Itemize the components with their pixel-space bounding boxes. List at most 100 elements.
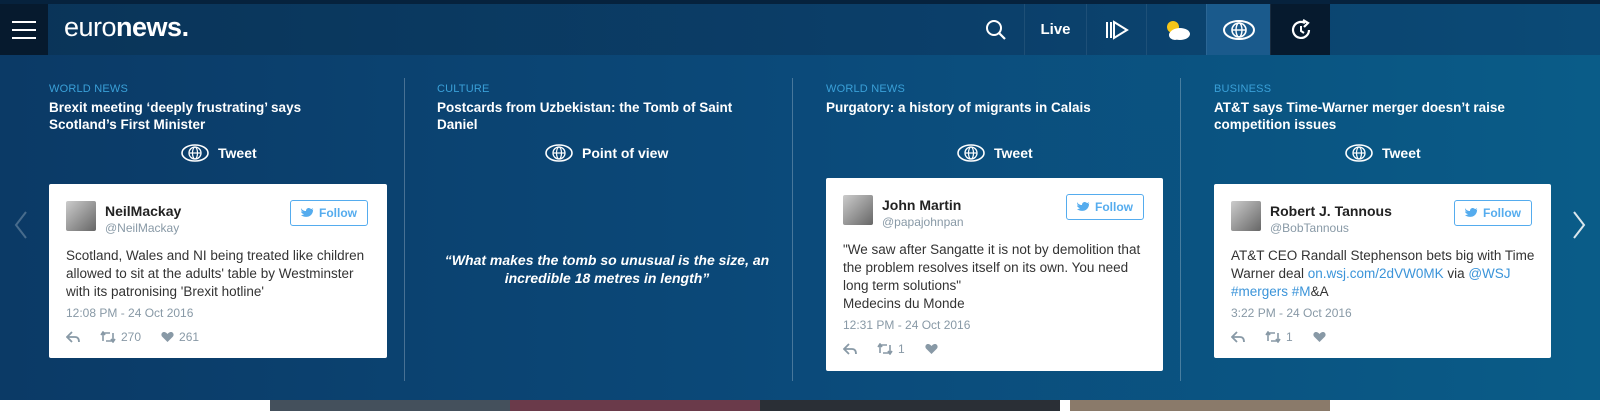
story-category[interactable]: Culture — [437, 83, 490, 95]
retweet-action[interactable]: 1 — [877, 342, 905, 356]
tweet-hashtag-link[interactable]: #M — [1292, 284, 1311, 299]
tweet-author-handle[interactable]: @NeilMackay — [105, 221, 179, 235]
tweet-author-name[interactable]: Robert J. Tannous — [1270, 203, 1392, 219]
twitter-bird-icon — [301, 207, 314, 217]
eye-button[interactable] — [1206, 4, 1270, 55]
menu-button[interactable] — [0, 4, 48, 55]
avatar[interactable] — [1231, 201, 1261, 231]
like-action[interactable] — [1313, 331, 1326, 343]
heart-icon — [161, 331, 174, 342]
thumbnail-image[interactable] — [510, 400, 760, 411]
story-category[interactable]: World news — [826, 83, 905, 95]
tweet-text-part: via — [1443, 266, 1469, 281]
latest-icon — [1291, 18, 1310, 39]
retweet-action[interactable]: 1 — [1265, 330, 1293, 344]
retweet-count: 270 — [121, 330, 142, 344]
follow-label: Follow — [319, 206, 357, 220]
euronews-logo[interactable]: euronews. — [64, 12, 189, 43]
logo-light-text: euro — [64, 12, 117, 42]
follow-label: Follow — [1095, 200, 1133, 214]
tweet-link[interactable]: on.wsj.com/2dVW0MK — [1308, 266, 1444, 281]
tweet-mention-link[interactable]: @WSJ — [1468, 266, 1510, 281]
follow-button[interactable]: Follow — [290, 200, 368, 226]
story-badge: Tweet — [1344, 143, 1421, 163]
menu-icon-bar — [12, 28, 36, 31]
follow-button[interactable]: Follow — [1454, 200, 1532, 226]
eye-icon — [181, 144, 209, 162]
retweet-count: 1 — [1286, 330, 1293, 344]
video-icon — [1105, 19, 1129, 40]
story-category[interactable]: Business — [1214, 83, 1271, 95]
page-root: euronews. Live World news Br — [0, 0, 1600, 411]
tweet-hashtag-link[interactable]: #mergers — [1231, 284, 1288, 299]
weather-button[interactable] — [1146, 4, 1206, 55]
weather-icon — [1166, 20, 1190, 40]
retweet-count: 1 — [898, 342, 905, 356]
story-headline[interactable]: AT&T says Time-Warner merger doesn’t rai… — [1214, 99, 1554, 133]
eye-icon — [545, 144, 573, 162]
retweet-action[interactable]: 270 — [100, 330, 141, 344]
reply-action[interactable] — [843, 343, 857, 355]
story-badge-label: Tweet — [218, 145, 257, 161]
latest-button[interactable] — [1270, 4, 1330, 55]
tweet-text-attribution: Medecins du Monde — [843, 296, 965, 311]
menu-icon-bar — [12, 36, 36, 39]
retweet-icon — [1265, 331, 1281, 343]
tweet-date[interactable]: 12:31 PM - 24 Oct 2016 — [843, 318, 970, 332]
embedded-tweet[interactable]: NeilMackay @NeilMackay Follow Scotland, … — [49, 184, 387, 358]
tweet-actions: 1 — [1231, 330, 1326, 344]
retweet-icon — [877, 343, 893, 355]
avatar[interactable] — [66, 201, 96, 231]
tweet-author-name[interactable]: John Martin — [882, 197, 961, 213]
reply-icon — [66, 331, 80, 343]
tweet-author-name[interactable]: NeilMackay — [105, 203, 181, 219]
tweet-text: AT&T CEO Randall Stephenson bets big wit… — [1231, 247, 1541, 301]
tweet-date[interactable]: 3:22 PM - 24 Oct 2016 — [1231, 306, 1352, 320]
reply-action[interactable] — [66, 331, 80, 343]
column-divider — [404, 78, 405, 381]
nav-items: Live — [968, 4, 1330, 55]
story-badge-label: Tweet — [994, 145, 1033, 161]
search-icon — [986, 19, 1006, 40]
like-count: 261 — [179, 330, 200, 344]
thumbnail-image[interactable] — [760, 400, 1060, 411]
video-button[interactable] — [1086, 4, 1146, 55]
story-quote: “What makes the tomb so unusual is the s… — [444, 252, 770, 286]
embedded-tweet[interactable]: Robert J. Tannous @BobTannous Follow AT&… — [1214, 184, 1551, 358]
chevron-left-icon[interactable] — [14, 210, 28, 240]
reply-icon — [1231, 331, 1245, 343]
story-headline[interactable]: Purgatory: a history of migrants in Cala… — [826, 99, 1146, 116]
tweet-text: Scotland, Wales and NI being treated lik… — [66, 248, 365, 299]
story-badge: Tweet — [956, 143, 1033, 163]
story-category[interactable]: World news — [49, 83, 128, 95]
eye-icon — [1222, 19, 1255, 40]
retweet-icon — [100, 331, 116, 343]
search-button[interactable] — [968, 4, 1024, 55]
follow-button[interactable]: Follow — [1066, 194, 1144, 220]
like-action[interactable]: 261 — [161, 330, 199, 344]
embedded-tweet[interactable]: John Martin @papajohnpan Follow "We saw … — [826, 178, 1163, 371]
column-divider — [1180, 78, 1181, 381]
reply-icon — [843, 343, 857, 355]
column-divider — [792, 78, 793, 381]
live-button[interactable]: Live — [1024, 4, 1086, 55]
tweet-date[interactable]: 12:08 PM - 24 Oct 2016 — [66, 306, 193, 320]
like-action[interactable] — [925, 343, 938, 355]
tweet-author-handle[interactable]: @papajohnpan — [882, 215, 964, 229]
story-headline[interactable]: Postcards from Uzbekistan: the Tomb of S… — [437, 99, 757, 133]
reply-action[interactable] — [1231, 331, 1245, 343]
thumbnail-strip — [0, 400, 1600, 411]
chevron-right-icon[interactable] — [1572, 210, 1586, 240]
thumbnail-image[interactable] — [1070, 400, 1330, 411]
logo-bold-text: news. — [116, 12, 189, 42]
menu-icon-bar — [12, 20, 36, 23]
story-headline[interactable]: Brexit meeting ‘deeply frustrating’ says… — [49, 99, 369, 133]
story-badge-label: Tweet — [1382, 145, 1421, 161]
story-badge: Tweet — [180, 143, 257, 163]
tweet-text-part: &A — [1310, 284, 1329, 299]
tweet-author-handle[interactable]: @BobTannous — [1270, 221, 1349, 235]
eye-icon — [957, 144, 985, 162]
avatar[interactable] — [843, 195, 873, 225]
tweet-text: "We saw after Sangatte it is not by demo… — [843, 242, 1141, 293]
thumbnail-image[interactable] — [270, 400, 510, 411]
